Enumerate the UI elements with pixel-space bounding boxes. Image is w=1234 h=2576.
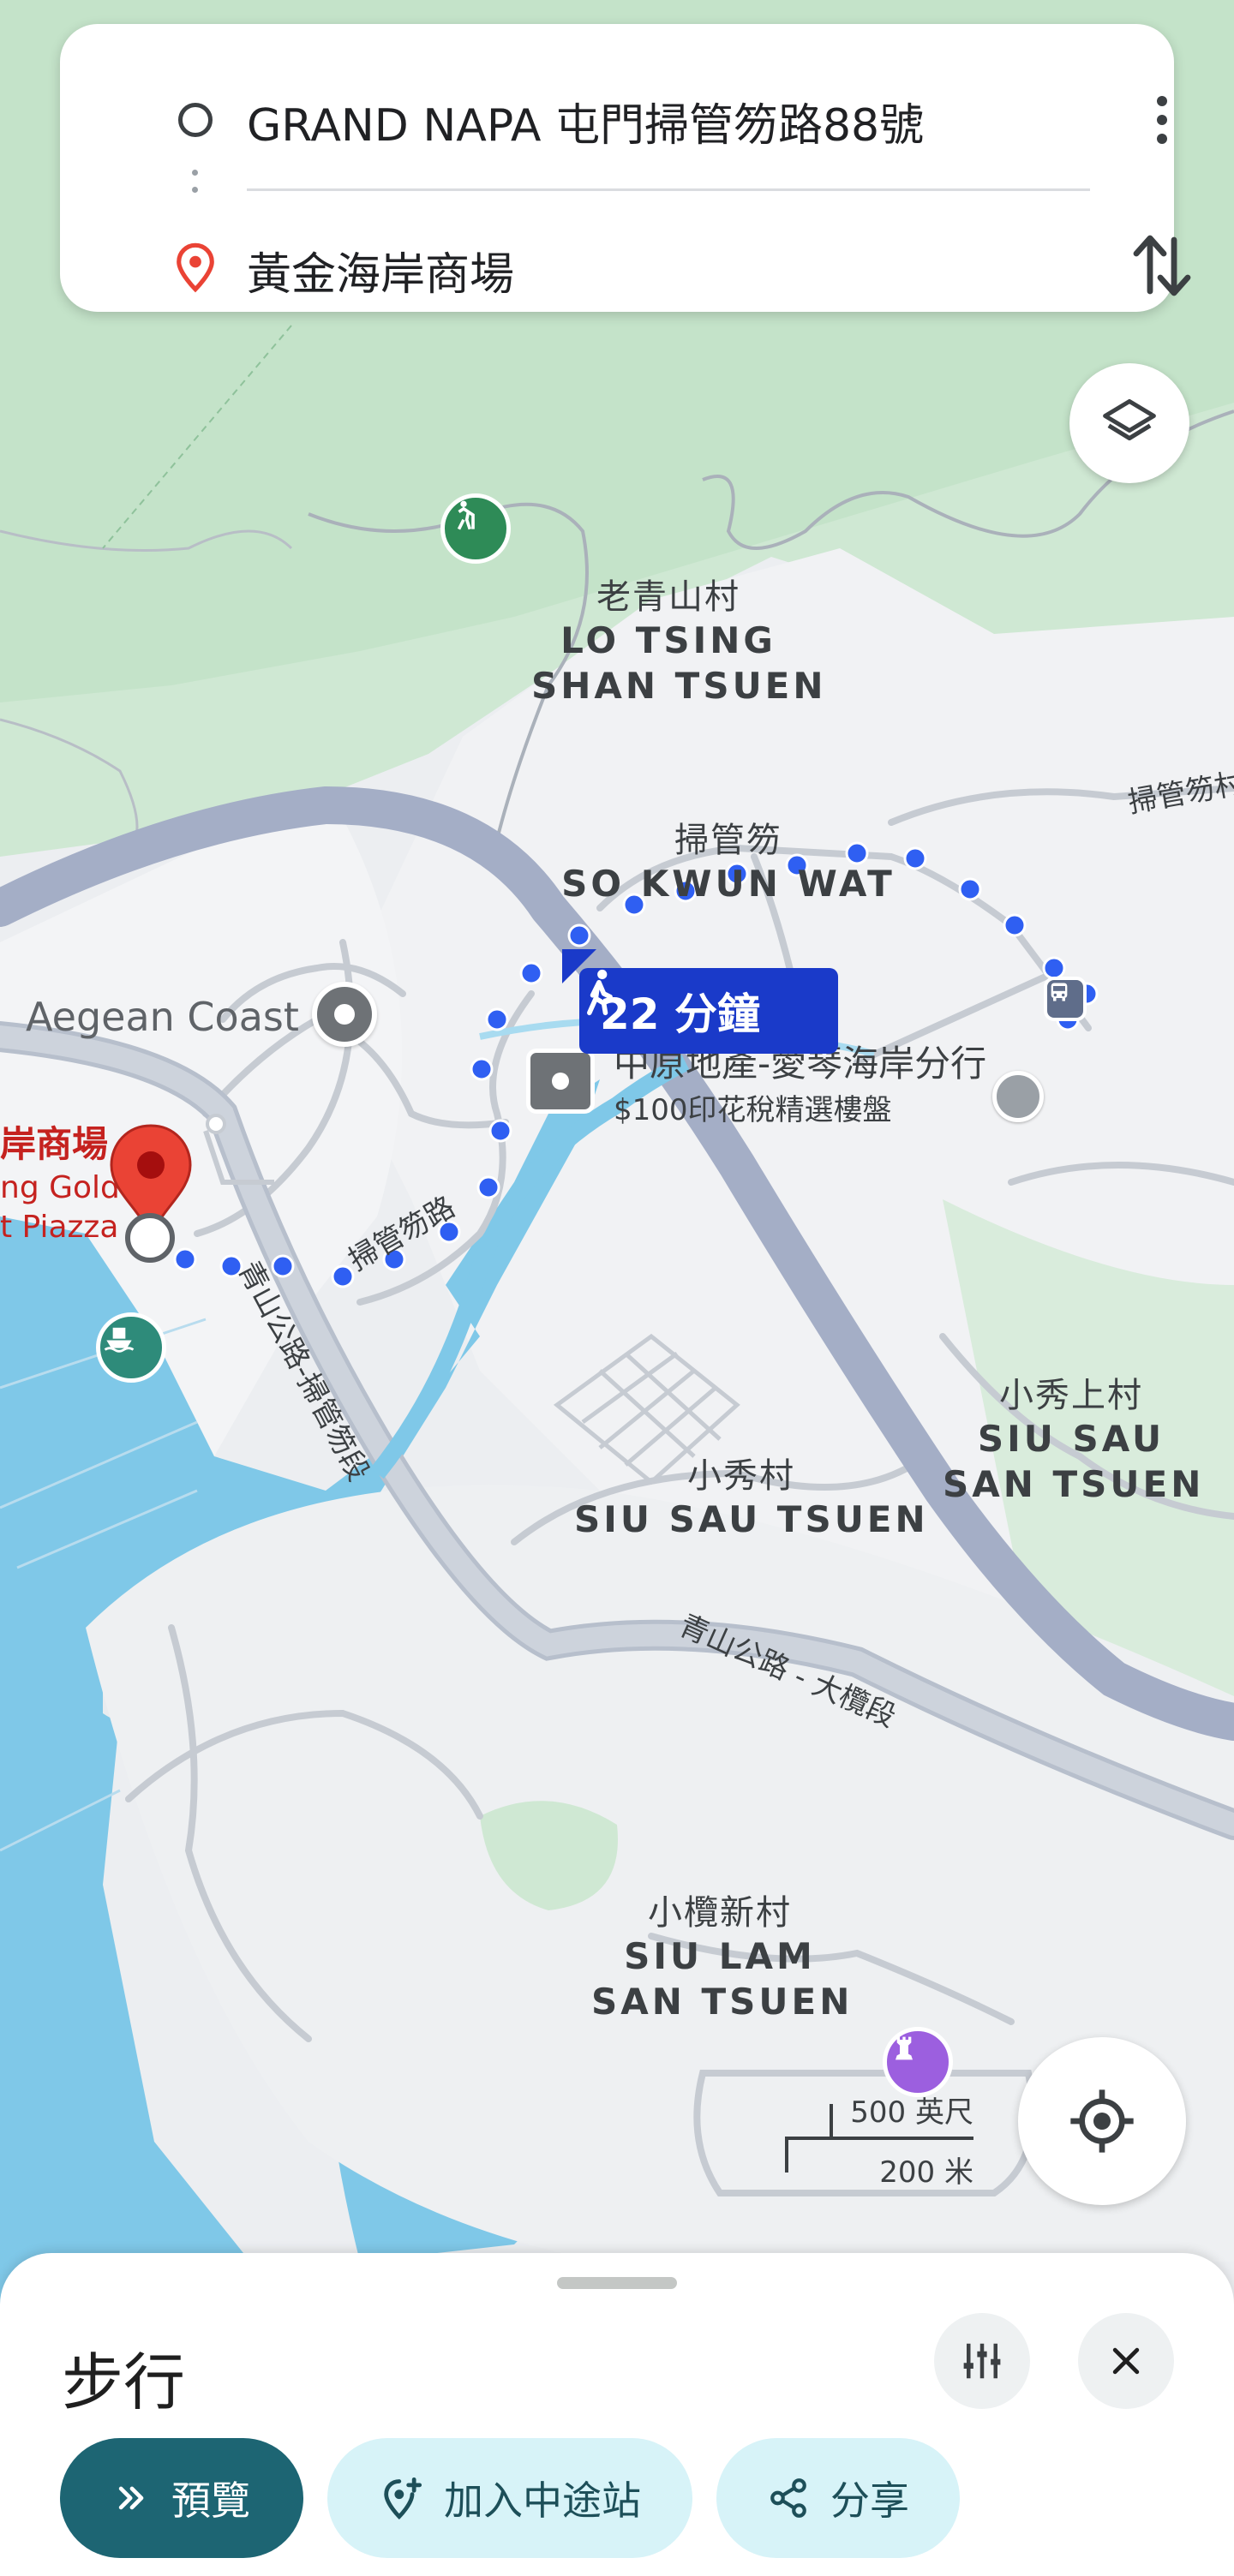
walking-person-icon xyxy=(587,969,613,1016)
destination-map-label-zh[interactable]: 岸商場 xyxy=(0,1115,108,1168)
close-button[interactable] xyxy=(1078,2313,1174,2409)
route-dot xyxy=(1042,956,1066,980)
swap-locations-button[interactable] xyxy=(1129,230,1195,302)
place-label-lo-tsing-shan: 老青山村 LO TSING SHAN TSUEN xyxy=(531,577,827,707)
destination-map-label-en1[interactable]: ng Gold xyxy=(0,1170,120,1205)
route-dot xyxy=(519,961,543,985)
preview-label: 預覽 xyxy=(171,2477,250,2524)
walking-route xyxy=(173,841,1099,1288)
route-dot xyxy=(1003,913,1027,937)
place-label-so-kwun-wat: 掃管笏 SO KWUN WAT xyxy=(561,821,896,905)
double-chevron-icon xyxy=(118,2486,144,2510)
destination-map-label-en2[interactable]: t Piazza xyxy=(0,1210,118,1245)
bus-stop-icon[interactable] xyxy=(1044,977,1087,1021)
place-label-siu-sau-san-tsuen: 小秀上村 SIU SAU SAN TSUEN xyxy=(943,1376,1205,1505)
route-options-button[interactable] xyxy=(934,2313,1030,2409)
add-stop-label: 加入中途站 xyxy=(444,2477,641,2524)
route-dot xyxy=(958,877,982,901)
sliders-icon xyxy=(963,2343,1001,2379)
route-dot xyxy=(173,1247,197,1271)
destination-pin-small-icon xyxy=(173,242,218,296)
map-layers-button[interactable] xyxy=(1069,363,1189,483)
route-dot xyxy=(476,1175,500,1199)
scale-imperial: 500 英尺 xyxy=(850,2095,973,2130)
map-canvas[interactable]: 老青山村 LO TSING SHAN TSUEN 掃管笏 SO KWUN WAT… xyxy=(0,0,1234,2576)
swap-arrows-icon xyxy=(1133,235,1191,296)
share-button[interactable]: 分享 xyxy=(716,2438,960,2558)
add-stop-button[interactable]: 加入中途站 xyxy=(327,2438,692,2558)
travel-mode-title: 步行 xyxy=(62,2346,186,2418)
crosshair-icon xyxy=(1070,2089,1134,2153)
share-icon xyxy=(770,2478,806,2518)
route-dot xyxy=(331,1264,355,1288)
real-estate-agency-icon[interactable] xyxy=(526,1049,595,1114)
preview-button[interactable]: 預覽 xyxy=(60,2438,303,2558)
more-options-button[interactable] xyxy=(1140,89,1184,151)
origin-circle-icon xyxy=(178,103,213,137)
ferry-pier-icon[interactable] xyxy=(96,1312,166,1383)
route-end-marker xyxy=(125,1213,175,1263)
close-icon xyxy=(1112,2347,1140,2375)
route-dot xyxy=(485,1007,509,1031)
estate-agency-promo[interactable]: $100印花稅精選樓盤 xyxy=(614,1086,892,1128)
map-scale-bar: 500 英尺 200 米 xyxy=(785,2089,973,2191)
sheet-drag-handle[interactable] xyxy=(557,2277,677,2289)
scale-metric: 200 米 xyxy=(879,2155,973,2190)
add-location-icon xyxy=(384,2477,422,2520)
directions-bottom-sheet: 步行 預覽 加入中途站 分享 xyxy=(0,2253,1234,2576)
aegean-coast-pin-icon[interactable] xyxy=(312,982,377,1047)
route-dot xyxy=(470,1057,494,1081)
place-label-siu-lam-san-tsuen: 小欖新村 SIU LAM SAN TSUEN xyxy=(591,1893,854,2023)
share-label: 分享 xyxy=(830,2477,909,2524)
my-location-button[interactable] xyxy=(1018,2037,1186,2205)
place-label-siu-sau-tsuen: 小秀村 SIU SAU TSUEN xyxy=(574,1456,929,1540)
hiking-trail-icon[interactable] xyxy=(440,493,511,564)
route-start-marker xyxy=(992,1071,1044,1122)
destination-field[interactable]: 黃金海岸商場 xyxy=(247,238,514,302)
walk-duration-badge[interactable]: 22 分鐘 xyxy=(579,968,838,1054)
route-dot xyxy=(488,1119,512,1143)
field-divider xyxy=(247,188,1090,191)
aegean-coast-label[interactable]: Aegean Coast xyxy=(26,994,299,1040)
attraction-castle-icon[interactable] xyxy=(883,2027,953,2097)
walk-duration-text: 22 分鐘 xyxy=(600,989,760,1039)
route-dot xyxy=(567,923,591,947)
directions-card: GRAND NAPA 屯門掃管笏路88號 黃金海岸商場 xyxy=(60,24,1191,312)
connector-dots xyxy=(192,170,199,204)
layers-icon xyxy=(1103,398,1156,441)
origin-field[interactable]: GRAND NAPA 屯門掃管笏路88號 xyxy=(247,89,924,153)
